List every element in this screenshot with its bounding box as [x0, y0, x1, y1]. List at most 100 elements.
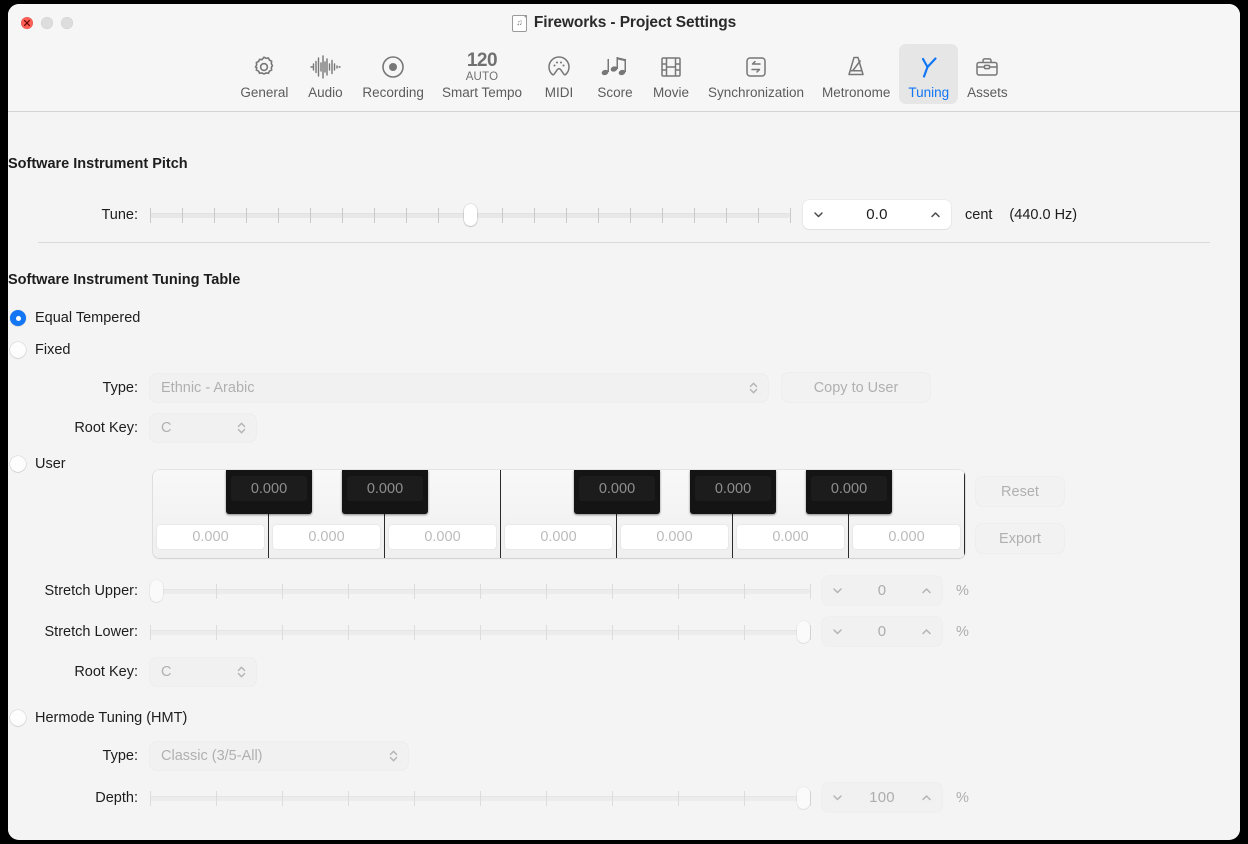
chevron-down-icon[interactable] — [812, 208, 825, 221]
black-key[interactable]: 0.000 — [574, 470, 660, 514]
user-tuning-keyboard[interactable]: 0.000 0.000 0.000 0.000 0.000 0.000 0.000 0.000… — [153, 470, 965, 558]
tune-unit: cent — [965, 207, 992, 223]
hermode-type-row: Type: Classic (3/5-All) — [8, 742, 408, 770]
copy-to-user-button[interactable]: Copy to User — [782, 373, 930, 402]
radio-hermode-tuning[interactable]: Hermode Tuning (HMT) — [10, 710, 187, 726]
black-key-value-field[interactable]: 0.000 — [231, 476, 307, 501]
export-button[interactable]: Export — [976, 524, 1064, 553]
tab-movie[interactable]: Movie — [643, 44, 699, 104]
slider-tick — [278, 208, 279, 223]
black-key[interactable]: 0.000 — [690, 470, 776, 514]
tab-midi[interactable]: MIDI — [531, 44, 587, 104]
slider-tick — [546, 584, 547, 599]
stretch-lower-thumb[interactable] — [797, 621, 810, 643]
user-root-key-row: Root Key: C — [8, 658, 256, 686]
tab-movie-label: Movie — [653, 85, 689, 100]
fixed-root-key-label: Root Key: — [8, 420, 138, 436]
radio-user-indicator[interactable] — [10, 456, 26, 472]
slider-tick — [246, 208, 247, 223]
stretch-lower-row: Stretch Lower: 0 % — [8, 617, 969, 646]
reset-button[interactable]: Reset — [976, 477, 1064, 506]
midi-plug-icon — [545, 50, 573, 84]
tune-stepper[interactable]: 0.0 — [803, 200, 951, 229]
hermode-depth-slider[interactable] — [150, 787, 810, 809]
gear-icon — [250, 50, 278, 84]
black-key-value-field[interactable]: 0.000 — [811, 476, 887, 501]
chevron-up-icon[interactable] — [920, 625, 933, 638]
slider-tick — [310, 208, 311, 223]
white-key-value-field[interactable]: 0.000 — [621, 525, 728, 549]
hermode-type-popup[interactable]: Classic (3/5-All) — [150, 742, 408, 770]
radio-fixed-indicator[interactable] — [10, 342, 26, 358]
white-key-value-field[interactable]: 0.000 — [389, 525, 496, 549]
tab-score[interactable]: Score — [587, 44, 643, 104]
black-key-value-field[interactable]: 0.000 — [347, 476, 423, 501]
chevron-down-icon[interactable] — [831, 791, 844, 804]
stretch-upper-thumb[interactable] — [150, 580, 163, 602]
white-key-value-field[interactable]: 0.000 — [157, 525, 264, 549]
chevron-up-icon[interactable] — [920, 791, 933, 804]
stretch-lower-unit: % — [956, 624, 969, 640]
tune-value: 0.0 — [825, 206, 929, 223]
black-key[interactable]: 0.000 — [342, 470, 428, 514]
chevron-up-icon[interactable] — [929, 208, 942, 221]
slider-tick — [502, 208, 503, 223]
hermode-depth-thumb[interactable] — [797, 787, 810, 809]
radio-hermode-tuning-indicator[interactable] — [10, 710, 26, 726]
black-key-value-field[interactable]: 0.000 — [579, 476, 655, 501]
slider-tick — [182, 208, 183, 223]
tuning-table-section-title: Software Instrument Tuning Table — [8, 272, 240, 288]
tab-metronome[interactable]: Metronome — [813, 44, 899, 104]
settings-toolbar: General Audio Recording — [8, 42, 1240, 112]
tab-smart-tempo[interactable]: 120 AUTO Smart Tempo — [433, 44, 531, 104]
title-bar: ♫ Fireworks - Project Settings — [8, 4, 1240, 42]
close-button[interactable] — [21, 17, 33, 29]
user-root-key-popup[interactable]: C — [150, 658, 256, 686]
hermode-depth-value: 100 — [844, 789, 920, 806]
tab-audio[interactable]: Audio — [297, 44, 353, 104]
minimize-button[interactable] — [41, 17, 53, 29]
maximize-button[interactable] — [61, 17, 73, 29]
tab-synchronization[interactable]: Synchronization — [699, 44, 813, 104]
tab-general[interactable]: General — [231, 44, 297, 104]
stretch-lower-slider[interactable] — [150, 621, 810, 643]
chevron-down-icon[interactable] — [831, 625, 844, 638]
stretch-upper-slider[interactable] — [150, 580, 810, 602]
black-key[interactable]: 0.000 — [806, 470, 892, 514]
section-divider — [38, 242, 1210, 243]
slider-tick — [694, 208, 695, 223]
slider-tick — [216, 584, 217, 599]
slider-tick — [810, 584, 811, 599]
stretch-lower-stepper[interactable]: 0 — [822, 617, 942, 646]
fixed-root-key-value: C — [161, 420, 171, 436]
user-root-key-value: C — [161, 664, 171, 680]
tempo-mode: AUTO — [466, 72, 499, 84]
black-key[interactable]: 0.000 — [226, 470, 312, 514]
fixed-root-key-popup[interactable]: C — [150, 414, 256, 442]
slider-tick — [216, 625, 217, 640]
radio-user-label: User — [35, 456, 66, 472]
chevron-down-icon[interactable] — [831, 584, 844, 597]
white-key-value-field[interactable]: 0.000 — [273, 525, 380, 549]
radio-equal-tempered[interactable]: Equal Tempered — [10, 310, 140, 326]
white-key-value-field[interactable]: 0.000 — [505, 525, 612, 549]
white-key-value-field[interactable]: 0.000 — [853, 525, 960, 549]
tab-recording[interactable]: Recording — [353, 44, 433, 104]
stretch-upper-stepper[interactable]: 0 — [822, 576, 942, 605]
tab-tuning[interactable]: Tuning — [899, 44, 958, 104]
fixed-type-popup[interactable]: Ethnic - Arabic — [150, 374, 768, 402]
slider-tick — [348, 625, 349, 640]
radio-user[interactable]: User — [10, 456, 66, 472]
tune-slider[interactable] — [150, 204, 790, 226]
tab-assets[interactable]: Assets — [958, 44, 1017, 104]
radio-equal-tempered-indicator[interactable] — [10, 310, 26, 326]
white-key-value-field[interactable]: 0.000 — [737, 525, 844, 549]
hermode-depth-stepper[interactable]: 100 — [822, 783, 942, 812]
sync-arrows-icon — [743, 50, 769, 84]
radio-fixed[interactable]: Fixed — [10, 342, 70, 358]
chevron-up-icon[interactable] — [920, 584, 933, 597]
tune-slider-thumb[interactable] — [464, 204, 477, 226]
black-key-value-field[interactable]: 0.000 — [695, 476, 771, 501]
stretch-upper-unit: % — [956, 583, 969, 599]
radio-hermode-tuning-label: Hermode Tuning (HMT) — [35, 710, 187, 726]
